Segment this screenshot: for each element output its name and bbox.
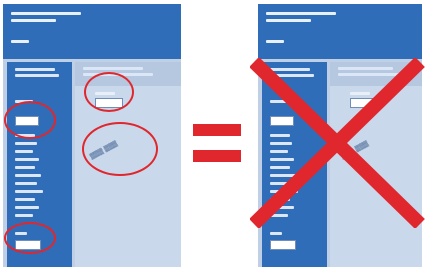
annotation-circle-content-note — [82, 122, 158, 176]
sidebar-item[interactable] — [15, 166, 35, 169]
sidebar-item[interactable] — [15, 174, 41, 177]
sidebar-item[interactable] — [15, 142, 37, 145]
sidebar-item[interactable] — [15, 190, 43, 193]
annotation-circle-content-button — [84, 72, 134, 112]
sidebar-heading-line — [15, 74, 59, 77]
sidebar-item[interactable] — [15, 206, 39, 209]
header-title-line — [266, 12, 336, 15]
equals-bar-top — [193, 124, 241, 136]
header-subtitle-line — [11, 19, 56, 22]
header-bar — [258, 4, 422, 59]
sidebar-item[interactable] — [270, 232, 282, 235]
annotation-circle-button-top — [4, 101, 56, 139]
header-tag-line — [11, 40, 29, 43]
sidebar-item[interactable] — [15, 182, 37, 185]
annotation-circle-button-bottom — [4, 222, 56, 254]
header-bar — [3, 4, 181, 59]
sidebar-item[interactable] — [15, 214, 33, 217]
sidebar-item[interactable] — [15, 198, 35, 201]
sidebar-button-bottom[interactable] — [270, 240, 296, 250]
content-heading-line — [83, 67, 143, 70]
header-tag-line — [266, 40, 284, 43]
red-x-icon — [250, 58, 425, 228]
sidebar-heading-line — [15, 68, 55, 71]
equals-bar-bottom — [193, 150, 241, 162]
sidebar-item[interactable] — [15, 150, 33, 153]
sidebar-item[interactable] — [15, 158, 39, 161]
header-title-line — [11, 12, 81, 15]
header-subtitle-line — [266, 19, 311, 22]
